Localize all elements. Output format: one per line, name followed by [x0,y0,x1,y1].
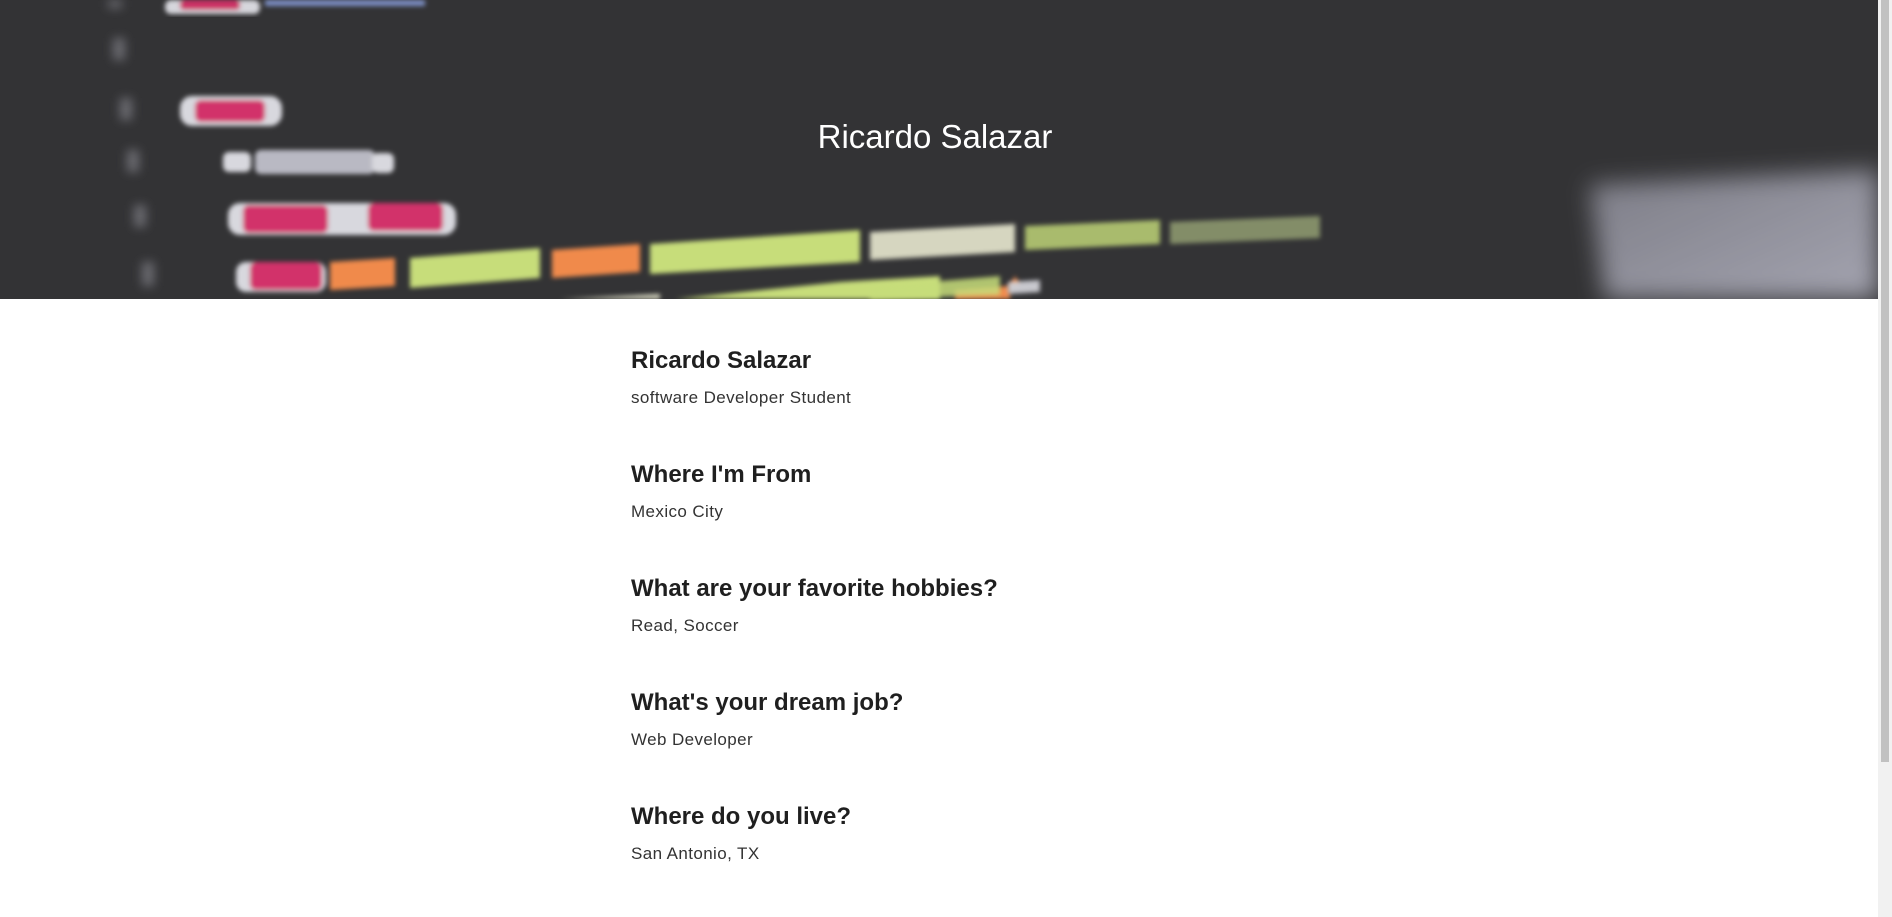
profile-section-origin: Where I'm From Mexico City [631,458,1331,572]
hero-title: Ricardo Salazar [817,118,1053,155]
section-answer: software Developer Student [631,388,852,407]
section-heading: What are your favorite hobbies? [631,575,998,602]
section-heading: What's your dream job? [631,689,904,716]
profile-section-name: Ricardo Salazar software Developer Stude… [631,344,1331,458]
section-answer: Web Developer [631,730,754,749]
section-answer: San Antonio, TX [631,844,760,863]
profile-section-residence: Where do you live? San Antonio, TX [631,800,1331,914]
section-answer: Read, Soccer [631,616,739,635]
scrollbar-thumb[interactable] [1881,0,1889,762]
profile-section-dream-job: What's your dream job? Web Developer [631,686,1331,800]
profile-content: Ricardo Salazar software Developer Stude… [631,344,1331,914]
section-heading: Ricardo Salazar [631,347,812,374]
page: --> [0,0,1892,917]
profile-section-hobbies: What are your favorite hobbies? Read, So… [631,572,1331,686]
vertical-scrollbar[interactable] [1878,0,1892,917]
section-heading: Where I'm From [631,461,812,488]
section-answer: Mexico City [631,502,724,521]
hero-banner: --> [0,0,1878,299]
section-heading: Where do you live? [631,803,852,830]
